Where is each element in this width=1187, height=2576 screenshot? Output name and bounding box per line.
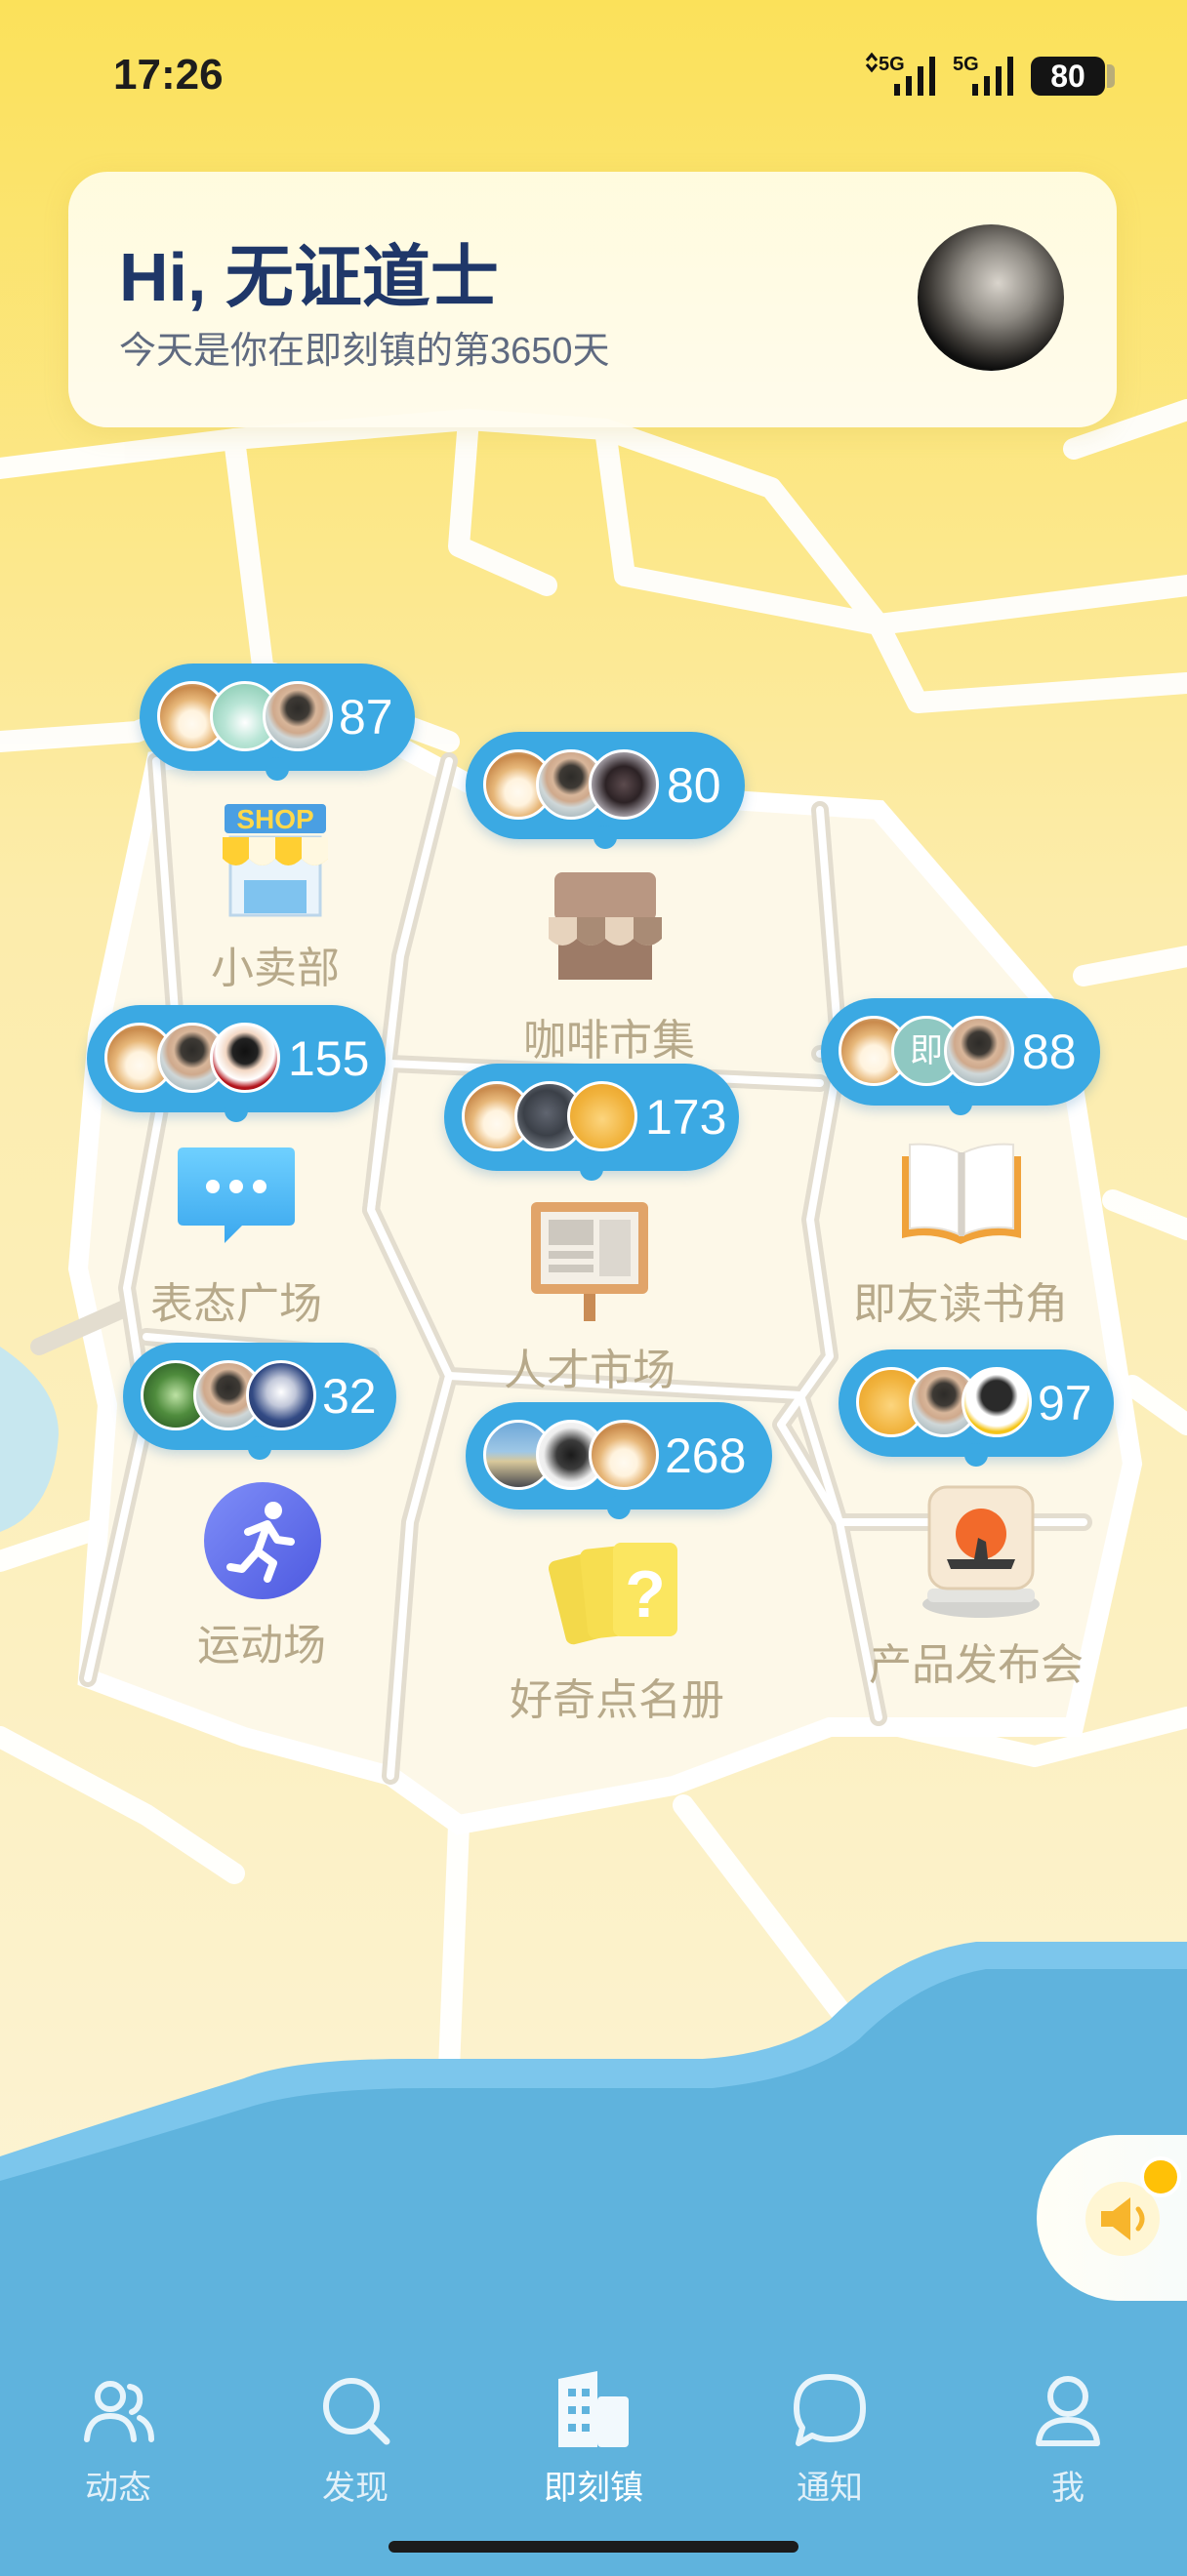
tab-feed[interactable]: 动态	[20, 2371, 216, 2509]
visitor-count: 155	[288, 1031, 370, 1086]
bulletin-board-icon[interactable]	[527, 1196, 652, 1323]
avatars-bubble-reading[interactable]: 即 88	[821, 998, 1100, 1115]
tab-label: 动态	[85, 2470, 151, 2507]
town-icon	[558, 2371, 629, 2447]
building-label-launch[interactable]: 产品发布会	[869, 1630, 1084, 1692]
building-label-plaza[interactable]: 表态广场	[150, 1268, 322, 1331]
avatars-bubble-launch[interactable]: 97	[839, 1349, 1114, 1467]
avatar	[567, 1081, 637, 1151]
launch-app-icon[interactable]	[918, 1483, 1044, 1620]
notification-dot	[1140, 2156, 1181, 2197]
svg-text:5G: 5G	[879, 54, 905, 75]
welcome-card[interactable]: Hi, 无证道士 今天是你在即刻镇的第3650天	[68, 172, 1117, 427]
tab-label: 通知	[797, 2470, 863, 2507]
avatar	[944, 1016, 1014, 1086]
visitor-count: 268	[665, 1429, 747, 1483]
shop-icon[interactable]: SHOP	[217, 798, 334, 919]
greeting-text: Hi, 无证道士	[119, 239, 499, 315]
avatar	[210, 1023, 280, 1093]
avatars-bubble-curiosity[interactable]: 268	[466, 1402, 772, 1519]
avatars-bubble-plaza[interactable]: 155	[87, 1005, 386, 1122]
battery-indicator: 80	[1031, 57, 1105, 96]
visitor-count: 80	[667, 758, 721, 813]
message-icon	[794, 2374, 866, 2446]
building-label-curiosity[interactable]: 好奇点名册	[510, 1665, 724, 1727]
tab-notifications[interactable]: 通知	[732, 2371, 927, 2509]
avatar	[589, 1420, 659, 1490]
building-label-reading[interactable]: 即友读书角	[853, 1268, 1068, 1331]
home-indicator[interactable]	[389, 2541, 798, 2553]
battery-tip	[1107, 64, 1115, 88]
search-icon	[323, 2378, 390, 2445]
avatars-bubble-shop[interactable]: 87	[140, 664, 415, 781]
running-icon[interactable]	[203, 1481, 322, 1600]
signal-5g-icon-1: 5G	[865, 52, 935, 96]
building-label-talent[interactable]: 人才市场	[504, 1335, 675, 1397]
bottom-tab-bar: 动态 发现 即刻镇 通知 我	[0, 2342, 1187, 2537]
building-label-coffee[interactable]: 咖啡市集	[523, 1005, 695, 1067]
status-time: 17:26	[113, 51, 224, 99]
chat-bubble-icon[interactable]	[176, 1142, 297, 1249]
avatar	[263, 681, 333, 751]
visitor-count: 173	[645, 1090, 727, 1145]
tab-label: 即刻镇	[544, 2470, 643, 2507]
avatar	[962, 1367, 1032, 1437]
profile-icon	[1036, 2376, 1100, 2446]
visitor-count: 87	[339, 690, 393, 745]
svg-text:5G: 5G	[953, 54, 979, 75]
visitor-count: 32	[322, 1369, 377, 1424]
coffee-stall-icon[interactable]	[545, 868, 666, 984]
people-icon	[84, 2381, 154, 2442]
tab-label: 我	[1051, 2470, 1085, 2507]
tab-me[interactable]: 我	[970, 2371, 1166, 2509]
avatars-bubble-sports[interactable]: 32	[123, 1343, 396, 1460]
open-book-icon[interactable]	[898, 1137, 1025, 1250]
signal-5g-icon-2: 5G	[953, 54, 1013, 96]
svg-text:?: ?	[625, 1557, 666, 1631]
visitor-count: 97	[1038, 1376, 1092, 1430]
avatars-bubble-talent[interactable]: 173	[444, 1064, 739, 1181]
status-bar: 17:26 5G 5G 80	[0, 0, 1187, 146]
avatar	[589, 749, 659, 820]
building-label-shop[interactable]: 小卖部	[211, 933, 340, 995]
tab-label: 发现	[322, 2470, 389, 2507]
svg-text:SHOP: SHOP	[236, 804, 313, 834]
days-in-town-text: 今天是你在即刻镇的第3650天	[119, 331, 610, 372]
tab-town[interactable]: 即刻镇	[496, 2371, 691, 2509]
question-cards-icon[interactable]: ?	[549, 1537, 685, 1650]
tab-discover[interactable]: 发现	[258, 2371, 453, 2509]
building-label-sports[interactable]: 运动场	[197, 1610, 326, 1672]
user-avatar[interactable]	[918, 224, 1064, 371]
avatar	[246, 1360, 316, 1430]
visitor-count: 88	[1022, 1025, 1077, 1079]
avatars-bubble-coffee[interactable]: 80	[466, 732, 745, 849]
